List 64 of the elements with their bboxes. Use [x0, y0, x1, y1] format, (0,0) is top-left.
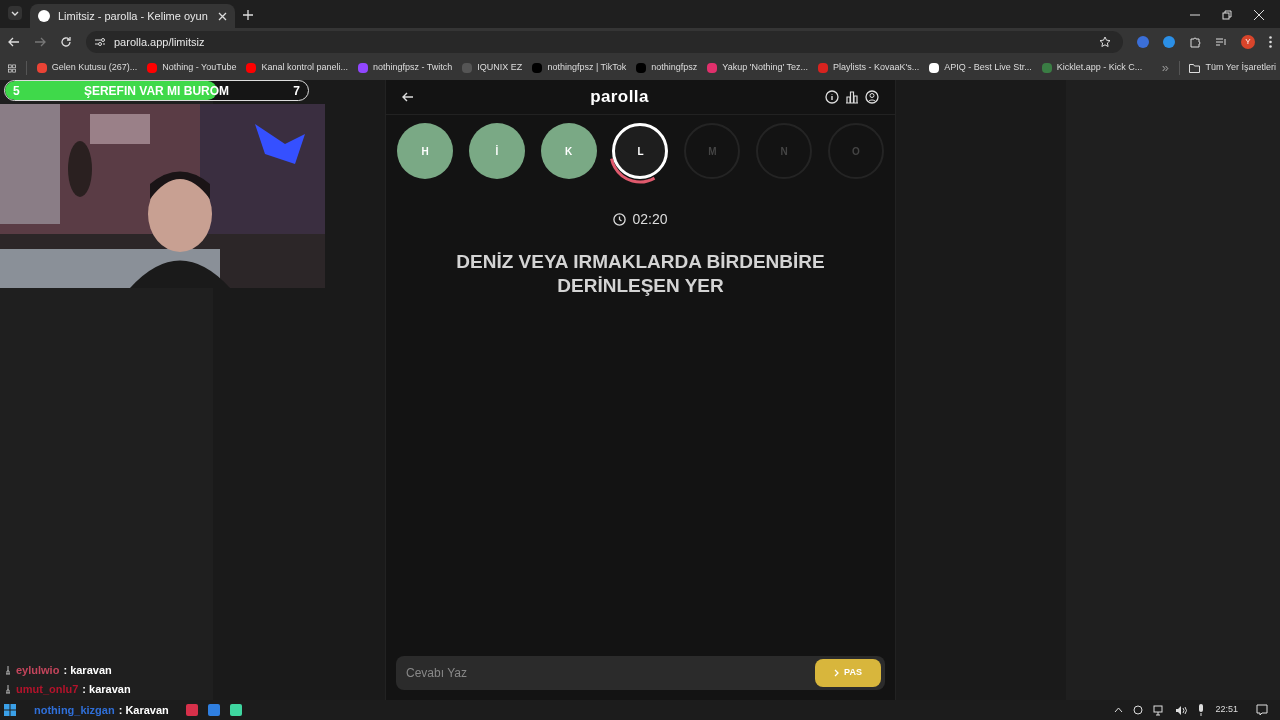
folder-icon	[1189, 63, 1201, 73]
chat-username[interactable]: nothing_kizgan	[34, 701, 115, 719]
extension-icon[interactable]	[1163, 36, 1175, 48]
media-icon[interactable]	[1215, 36, 1227, 48]
site-icon	[38, 10, 50, 22]
speaker-icon[interactable]	[1175, 704, 1188, 716]
bookmark[interactable]: Tüm Yer İşaretleri	[1189, 61, 1276, 75]
new-tab-icon[interactable]	[243, 10, 253, 20]
apps-grid-icon[interactable]	[8, 62, 16, 74]
app-icon[interactable]	[186, 704, 198, 716]
question-text: DENİZ VEYA IRMAKLARDA BİRDENBİRE DERİNLEŞEN YER	[455, 250, 826, 298]
restore-icon[interactable]	[1222, 10, 1232, 20]
app-icon[interactable]	[208, 704, 220, 716]
microphone-icon[interactable]	[1197, 704, 1206, 716]
badge-icon	[4, 665, 12, 675]
chevron-icon	[834, 669, 841, 677]
tray-chevron-icon[interactable]	[1114, 707, 1124, 713]
browser-tab[interactable]: Limitsiz - parolla - Kelime oyun	[30, 4, 235, 28]
address-bar[interactable]: parolla.app/limitsiz	[86, 31, 1123, 53]
extension-icon[interactable]	[1137, 36, 1149, 48]
info-icon[interactable]	[825, 90, 839, 104]
timer: 02:20	[632, 210, 668, 229]
bookmark[interactable]: Kanal kontrol paneli...	[246, 61, 348, 75]
star-icon[interactable]	[1099, 36, 1111, 48]
site-settings-icon[interactable]	[94, 36, 106, 48]
app-title: parolla	[590, 86, 649, 109]
bookmark[interactable]: nothingfpsz	[636, 61, 698, 75]
goal-end: 7	[293, 82, 300, 100]
chevron-icon[interactable]	[1162, 63, 1169, 73]
user-icon[interactable]	[865, 90, 879, 104]
app-icon[interactable]	[230, 704, 242, 716]
chat-message: : Karavan	[118, 702, 169, 718]
bar-chart-icon[interactable]	[845, 90, 859, 104]
puzzle-icon[interactable]	[1189, 36, 1201, 48]
menu-icon[interactable]	[1269, 36, 1272, 48]
tab-title: Limitsiz - parolla - Kelime oyun	[58, 8, 209, 24]
back-icon[interactable]	[8, 36, 20, 48]
goal-start: 5	[13, 82, 20, 100]
close-icon[interactable]	[1254, 10, 1264, 20]
camera-icon[interactable]	[1133, 704, 1144, 716]
windows-icon[interactable]	[4, 704, 16, 716]
reload-icon[interactable]	[60, 36, 72, 48]
bookmark[interactable]: Yakup 'Nothing' Tez...	[707, 61, 808, 75]
tab-list-icon[interactable]	[8, 6, 22, 20]
bookmark[interactable]: Playlists - KovaaK's...	[817, 61, 920, 75]
bookmark[interactable]: Nothing - YouTube	[147, 61, 237, 75]
bookmark[interactable]: APIQ - Best Live Str...	[929, 61, 1032, 75]
clock-icon	[613, 213, 627, 226]
close-icon[interactable]	[218, 11, 227, 21]
url-text: parolla.app/limitsiz	[114, 34, 206, 50]
chat-message: : karavan	[63, 662, 112, 678]
bookmark[interactable]: Kicklet.app - Kick C...	[1041, 61, 1143, 75]
bookmark[interactable]: Gelen Kutusu (267)...	[36, 61, 138, 75]
bookmark[interactable]: IQUNIX EZ	[462, 61, 523, 75]
clock-time: 22:51	[1215, 703, 1238, 717]
bookmark[interactable]: nothingfpsz | TikTok	[532, 61, 627, 75]
bookmark[interactable]: nothingfpsz - Twitch	[358, 61, 453, 75]
back-icon[interactable]	[402, 92, 414, 102]
profile-avatar[interactable]: Y	[1241, 35, 1255, 49]
chat-message: : karavan	[82, 681, 131, 697]
notification-icon[interactable]	[1256, 704, 1268, 716]
forward-icon[interactable]	[34, 36, 46, 48]
badge-icon	[4, 684, 12, 694]
network-icon[interactable]	[1153, 704, 1166, 716]
